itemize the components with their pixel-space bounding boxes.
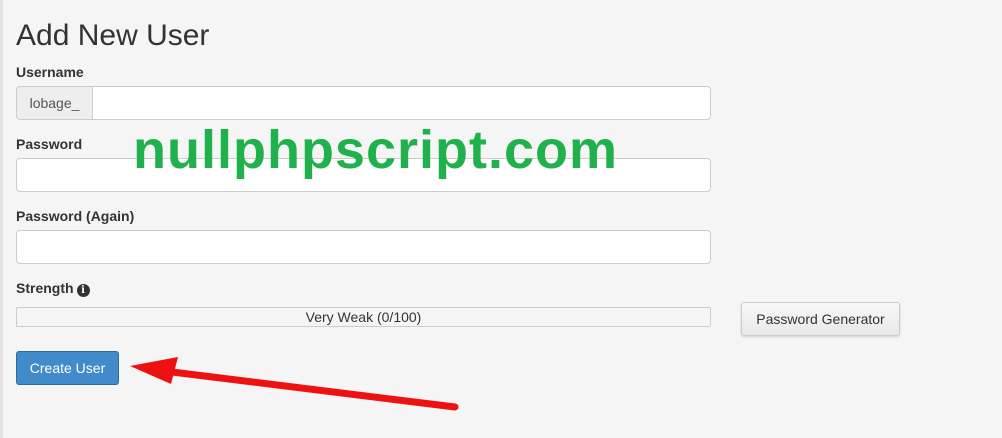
username-label: Username — [16, 64, 84, 80]
strength-label: Strength — [16, 280, 74, 296]
page-title: Add New User — [16, 19, 210, 52]
username-input-group: lobage_ — [16, 86, 711, 120]
password-strength-meter: Very Weak (0/100) — [16, 307, 711, 327]
create-user-button[interactable]: Create User — [16, 351, 119, 385]
watermark: nullphpscript.com — [133, 120, 619, 180]
password-generator-button[interactable]: Password Generator — [741, 302, 900, 336]
username-input[interactable] — [92, 86, 711, 120]
username-prefix: lobage_ — [16, 86, 92, 120]
password-again-input[interactable] — [16, 230, 711, 264]
strength-meter-text: Very Weak (0/100) — [305, 309, 422, 325]
red-arrow-annotation — [130, 357, 459, 411]
arrow-shaft — [168, 368, 459, 411]
left-edge — [0, 0, 3, 438]
strength-label-row: Strength i — [16, 279, 90, 297]
arrow-head — [130, 357, 178, 384]
password-again-label: Password (Again) — [16, 208, 135, 224]
password-label: Password — [16, 136, 83, 152]
info-circle-icon[interactable]: i — [76, 284, 90, 297]
